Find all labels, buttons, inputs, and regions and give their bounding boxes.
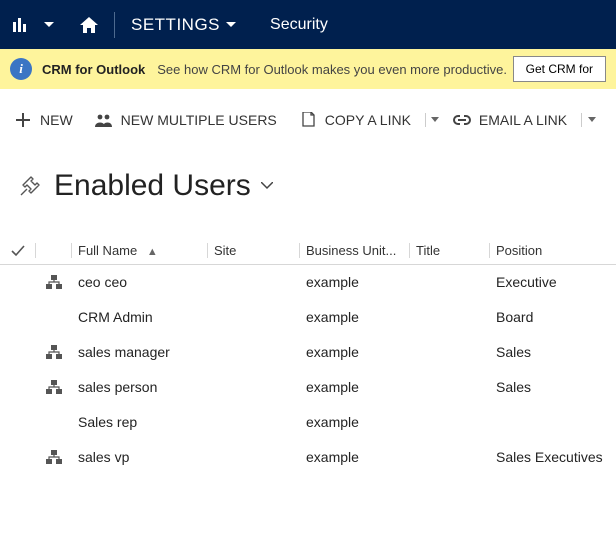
cell-full-name: Sales rep xyxy=(72,405,208,440)
plus-icon xyxy=(14,111,32,129)
sort-asc-icon: ▲ xyxy=(147,246,158,258)
app-switcher-chevron-icon[interactable] xyxy=(40,0,58,49)
cell-site xyxy=(208,405,300,440)
link-icon xyxy=(453,111,471,129)
view-title[interactable]: Enabled Users xyxy=(54,169,251,203)
cell-business-unit: example xyxy=(300,300,410,335)
view-title-row: Enabled Users xyxy=(20,169,616,203)
copy-link-split[interactable] xyxy=(425,113,437,127)
cell-position xyxy=(490,405,616,440)
org-icon xyxy=(36,405,72,440)
command-bar: NEW NEW MULTIPLE USERS COPY A LINK EMAIL… xyxy=(0,89,616,151)
cell-full-name: sales vp xyxy=(72,440,208,475)
email-link-button[interactable]: EMAIL A LINK xyxy=(453,111,567,129)
email-link-split[interactable] xyxy=(581,113,593,127)
table-row[interactable]: sales vp example Sales Executives xyxy=(0,440,616,475)
get-crm-button[interactable]: Get CRM for xyxy=(513,56,606,82)
copy-icon xyxy=(299,111,317,129)
nav-divider xyxy=(114,12,115,38)
cell-business-unit: example xyxy=(300,265,410,300)
copy-link-label: COPY A LINK xyxy=(325,112,411,128)
cell-position: Sales Executives xyxy=(490,440,616,475)
select-all-checkbox[interactable] xyxy=(0,237,36,265)
cell-title xyxy=(410,335,490,370)
cell-position: Executive xyxy=(490,265,616,300)
cell-site xyxy=(208,335,300,370)
new-button[interactable]: NEW xyxy=(14,111,73,129)
cell-title xyxy=(410,405,490,440)
table-row[interactable]: CRM Admin example Board xyxy=(0,300,616,335)
table-row[interactable]: Sales rep example xyxy=(0,405,616,440)
cell-business-unit: example xyxy=(300,405,410,440)
cell-site xyxy=(208,265,300,300)
table-row[interactable]: sales manager example Sales xyxy=(0,335,616,370)
col-business-unit[interactable]: Business Unit... xyxy=(300,237,410,265)
cell-position: Board xyxy=(490,300,616,335)
cell-site xyxy=(208,300,300,335)
crm-logo-icon[interactable] xyxy=(8,0,34,49)
banner-title: CRM for Outlook xyxy=(42,62,145,77)
cell-business-unit: example xyxy=(300,370,410,405)
chevron-down-icon xyxy=(226,22,236,28)
view-selector-chevron-icon[interactable] xyxy=(261,182,273,190)
cell-title xyxy=(410,265,490,300)
multiple-users-icon xyxy=(95,111,113,129)
cell-full-name: CRM Admin xyxy=(72,300,208,335)
info-icon: i xyxy=(10,58,32,80)
org-icon xyxy=(36,300,72,335)
cell-business-unit: example xyxy=(300,335,410,370)
nav-settings-label: SETTINGS xyxy=(131,15,220,35)
row-checkbox[interactable] xyxy=(0,405,36,440)
nav-settings[interactable]: SETTINGS xyxy=(125,0,242,49)
col-icon xyxy=(36,237,72,265)
org-icon xyxy=(36,265,72,300)
cell-title xyxy=(410,300,490,335)
cell-site xyxy=(208,440,300,475)
cell-full-name: sales person xyxy=(72,370,208,405)
row-checkbox[interactable] xyxy=(0,265,36,300)
org-icon xyxy=(36,370,72,405)
table-header-row: Full Name ▲ Site Business Unit... Title … xyxy=(0,237,616,265)
row-checkbox[interactable] xyxy=(0,335,36,370)
cell-title xyxy=(410,440,490,475)
table-row[interactable]: ceo ceo example Executive xyxy=(0,265,616,300)
home-icon[interactable] xyxy=(74,0,104,49)
col-site[interactable]: Site xyxy=(208,237,300,265)
banner-text: See how CRM for Outlook makes you even m… xyxy=(157,62,507,77)
cell-site xyxy=(208,370,300,405)
email-link-label: EMAIL A LINK xyxy=(479,112,567,128)
cell-position: Sales xyxy=(490,370,616,405)
cell-business-unit: example xyxy=(300,440,410,475)
row-checkbox[interactable] xyxy=(0,300,36,335)
new-multiple-label: NEW MULTIPLE USERS xyxy=(121,112,277,128)
row-checkbox[interactable] xyxy=(0,370,36,405)
col-full-name[interactable]: Full Name ▲ xyxy=(72,237,208,265)
org-icon xyxy=(36,335,72,370)
table-row[interactable]: sales person example Sales xyxy=(0,370,616,405)
cell-position: Sales xyxy=(490,335,616,370)
top-nav: SETTINGS Security xyxy=(0,0,616,49)
col-full-name-label: Full Name xyxy=(78,243,137,258)
cell-full-name: sales manager xyxy=(72,335,208,370)
new-multiple-users-button[interactable]: NEW MULTIPLE USERS xyxy=(95,111,277,129)
col-position[interactable]: Position xyxy=(490,237,616,265)
users-table: Full Name ▲ Site Business Unit... Title … xyxy=(0,237,616,475)
copy-link-button[interactable]: COPY A LINK xyxy=(299,111,411,129)
cell-title xyxy=(410,370,490,405)
check-icon xyxy=(10,244,26,258)
pin-icon[interactable] xyxy=(20,176,42,196)
nav-breadcrumb-security[interactable]: Security xyxy=(242,0,328,49)
cell-full-name: ceo ceo xyxy=(72,265,208,300)
outlook-banner: i CRM for Outlook See how CRM for Outloo… xyxy=(0,49,616,89)
new-label: NEW xyxy=(40,112,73,128)
org-icon xyxy=(36,440,72,475)
col-title[interactable]: Title xyxy=(410,237,490,265)
row-checkbox[interactable] xyxy=(0,440,36,475)
